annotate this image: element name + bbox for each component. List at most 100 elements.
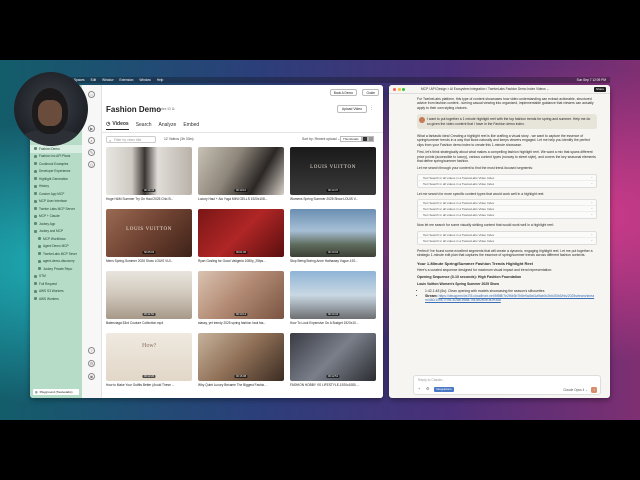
sidebar-item[interactable]: Jockey and MCP [30, 228, 82, 236]
video-card[interactable]: 00:12:51 FASHION HOBBY VS LIFESTYLE-1920x… [290, 333, 376, 387]
embed-icon[interactable]: ◇ [88, 161, 95, 168]
settings-icon[interactable]: ⚙ [88, 360, 95, 367]
sidebar-item[interactable]: Full Request [30, 280, 82, 288]
video-card[interactable]: 00:10:43 Huge H&M Summer Try On Haul 2025… [106, 147, 192, 201]
sidebar-item[interactable]: AWS S3 Workers [30, 288, 82, 296]
list-view-icon[interactable] [367, 136, 374, 142]
sidebar-item[interactable]: MCP Workflows [30, 235, 82, 243]
close-icon[interactable] [393, 88, 396, 91]
tool-call-item[interactable]: Text Search in all videos in a TwelveLab… [418, 180, 596, 187]
sort-dropdown[interactable]: Sort by: Recent upload ⌄ [302, 137, 340, 141]
attach-icon[interactable]: + [418, 387, 423, 392]
sidebar-item[interactable]: History [30, 183, 82, 191]
sidebar-item[interactable]: MCP User Interface [30, 198, 82, 206]
video-card[interactable]: LOUIS VUITTON 00:25:03 Mens Spring-Summer … [106, 209, 192, 263]
video-thumbnail[interactable]: 00:10:43 [106, 147, 192, 195]
sidebar-item[interactable]: Jockey App [30, 220, 82, 228]
menu-help[interactable]: Help [157, 78, 164, 82]
sidebar-item-label: Developer Experience [39, 169, 71, 174]
conversation-breadcrumb[interactable]: MCP / API Design > AI Ecosystem Integrat… [421, 87, 549, 91]
sidebar-item-label: Fashion Demo [39, 146, 60, 151]
send-button[interactable]: ↑ [591, 387, 597, 393]
sidebar-item[interactable]: agent-demo-discovery [30, 258, 82, 266]
sidebar-footer-tab[interactable]: ◍ Playground (Twelvelabs) [33, 389, 79, 395]
sidebar-item[interactable]: Agent Demo MCP [30, 243, 82, 251]
home-icon[interactable]: ⌂ [88, 91, 95, 98]
view-thumbnails-button[interactable]: Thumbnails [340, 136, 362, 142]
video-thumbnail[interactable]: 00:14:34 [290, 271, 376, 319]
video-card[interactable]: How? 00:12:20 How to Make Your Outfits Bet… [106, 333, 192, 387]
chat-input[interactable]: Reply to Claude... + ⚙ Integrations Clau… [413, 375, 601, 395]
video-title: Womens Spring Summer 2025 Show LOUIS V..… [290, 196, 359, 201]
guide-button[interactable]: Guide [362, 89, 379, 96]
more-options-icon[interactable]: ⋮ [369, 105, 374, 111]
menu-window[interactable]: Window [102, 78, 113, 82]
video-thumbnail[interactable]: LOUIS VUITTON 00:14:37 [290, 147, 376, 195]
video-title: FASHION HOBBY VS LIFESTYLE-1920x1080-... [290, 382, 360, 387]
video-thumbnail[interactable]: 00:19:10 [198, 147, 284, 195]
upload-video-button[interactable]: Upload Video [336, 105, 367, 113]
sidebar-item[interactable]: Highlight Generation [30, 175, 82, 183]
sidebar-item[interactable]: MCP + Claude [30, 213, 82, 221]
video-thumbnail[interactable]: 00:11:52 [106, 271, 192, 319]
tab-analyze[interactable]: Analyze [159, 121, 177, 130]
integrations-button[interactable]: Integrations [434, 387, 454, 392]
video-thumbnail[interactable]: How? 00:12:20 [106, 333, 192, 381]
sidebar-item[interactable]: TwelveLabs MCP Sever [30, 250, 82, 258]
tab-favicon-icon [34, 229, 37, 233]
share-button[interactable]: Share [593, 87, 606, 92]
video-card[interactable]: 00:01:06 Ryan Gosling for Gucci Valigeria… [198, 209, 284, 263]
maximize-icon[interactable] [402, 88, 405, 91]
model-selector[interactable]: Claude Opus 4 ⌄ [563, 388, 588, 392]
videos-icon[interactable]: ▶ [88, 125, 95, 132]
sidebar-item[interactable]: AWS Workers [30, 295, 82, 303]
tool-call-item[interactable]: Text Search in all videos in a TwelveLab… [418, 211, 596, 218]
video-card[interactable]: 00:10:04 Stop Being Boring Anne Hathaway … [290, 209, 376, 263]
book-demo-button[interactable]: Book A Demo [329, 89, 357, 96]
tab-videos[interactable]: ◷ Videos [106, 121, 129, 130]
video-card[interactable]: 00:11:52 Balenciaga 53rd Couture Collecti… [106, 271, 192, 325]
video-thumbnail[interactable]: 00:16:08 [198, 333, 284, 381]
index-id-label[interactable]: Index ID ⧉ [158, 107, 175, 111]
sidebar-item[interactable]: Custom App MCP [30, 190, 82, 198]
claude-window: MCP / API Design > AI Ecosystem Integrat… [389, 85, 610, 398]
video-card[interactable]: 00:16:08 Why Quiet Luxury Became The Bigg… [198, 333, 284, 387]
video-card[interactable]: LOUIS VUITTON 00:14:37 Womens Spring Summe… [290, 147, 376, 201]
video-thumbnail[interactable]: 00:13:14 [198, 271, 284, 319]
video-card[interactable]: 00:19:10 Luxury Haul + Alo Yoga MINI GELL… [198, 147, 284, 201]
section-subheading: Louis Vuitton Women's Spring Summer 2025… [417, 281, 500, 286]
sidebar-item[interactable]: Fashion Demo [30, 145, 82, 153]
tool-call-item[interactable]: Text Search in all videos in a TwelveLab… [418, 237, 596, 244]
video-card[interactable]: 00:14:34 How To Look Expensive On A Budge… [290, 271, 376, 325]
filter-input[interactable]: ⌕ Filter by video title [106, 136, 156, 143]
tab-favicon-icon [34, 214, 37, 218]
docs-icon[interactable]: ? [88, 347, 95, 354]
minimize-icon[interactable] [397, 88, 401, 91]
tools-icon[interactable]: ⚙ [426, 387, 431, 392]
account-icon[interactable]: ◉ [88, 373, 95, 380]
video-thumbnail[interactable]: 00:10:04 [290, 209, 376, 257]
stream-link[interactable]: https://deuqpmn4rs7I5.cloudfront.net/5f5… [425, 294, 594, 302]
tab-favicon-icon [34, 184, 37, 188]
tab-embed[interactable]: Embed [183, 121, 199, 130]
duration-badge: 00:10:04 [326, 251, 340, 254]
sidebar-item[interactable]: STM [30, 273, 82, 281]
sidebar-item[interactable]: Cookbook Examples [30, 160, 82, 168]
video-thumbnail[interactable]: 00:01:06 [198, 209, 284, 257]
menu-edit[interactable]: Edit [91, 78, 97, 82]
analyze-icon[interactable]: ✎ [88, 149, 95, 156]
menu-extension[interactable]: Extension [119, 78, 133, 82]
assistant-paragraph: For TwelveLabs platform, this type of co… [417, 97, 594, 110]
search-icon[interactable]: ⌕ [88, 137, 95, 144]
sidebar-item[interactable]: Jockey Private Repo [30, 265, 82, 273]
sidebar-item[interactable]: Fashion Inc API Plans [30, 153, 82, 161]
video-card[interactable]: 00:13:14 stassy, yet trendy 2025 spring f… [198, 271, 284, 325]
menubar-clock: Sun Sep 7 12:09 PM [576, 78, 606, 82]
tab-search[interactable]: Search [136, 121, 152, 130]
sidebar-item[interactable]: Twelve Labs MCP Server [30, 205, 82, 213]
menu-window-2[interactable]: Window [139, 78, 150, 82]
sidebar-item[interactable]: Developer Experience [30, 168, 82, 176]
video-thumbnail[interactable]: 00:12:51 [290, 333, 376, 381]
video-thumbnail[interactable]: LOUIS VUITTON 00:25:03 [106, 209, 192, 257]
duration-badge: 00:11:52 [142, 313, 156, 316]
